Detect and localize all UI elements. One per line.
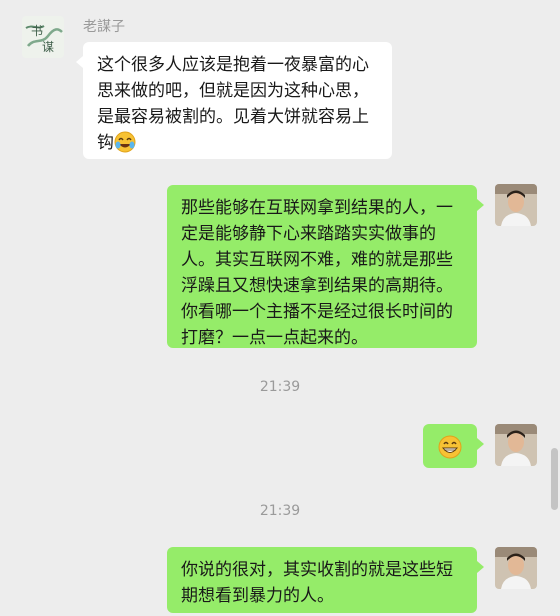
outgoing-message-text: 那些能够在互联网拿到结果的人，一定是能够静下心来踏踏实实做事的人。其实互联网不难… xyxy=(181,198,453,348)
svg-text:谋: 谋 xyxy=(42,40,54,54)
sender-name: 老謀子 xyxy=(83,19,125,35)
svg-text:书: 书 xyxy=(31,24,43,38)
incoming-message-bubble[interactable]: 这个很多人应该是抱着一夜暴富的心思来做的吧，但就是因为这种心思，是最容易被割的。… xyxy=(76,42,392,161)
crying-laughing-emoji-icon xyxy=(114,131,136,161)
my-avatar[interactable] xyxy=(495,547,537,589)
incoming-message-text: 这个很多人应该是抱着一夜暴富的心思来做的吧，但就是因为这种心思，是最容易被割的。… xyxy=(97,55,369,153)
scrollbar-thumb[interactable] xyxy=(551,448,558,510)
message-timestamp: 21:39 xyxy=(259,503,301,519)
outgoing-emoji-bubble[interactable] xyxy=(423,424,484,468)
grinning-emoji-icon xyxy=(438,435,462,467)
message-timestamp: 21:39 xyxy=(259,379,301,395)
outgoing-message-bubble[interactable]: 那些能够在互联网拿到结果的人，一定是能够静下心来踏踏实实做事的人。其实互联网不难… xyxy=(167,185,484,348)
my-avatar[interactable] xyxy=(495,184,537,226)
sender-avatar[interactable]: 书 谋 xyxy=(22,16,64,58)
outgoing-message-bubble[interactable]: 你说的很对，其实收割的就是这些短期想看到暴力的人。 xyxy=(167,547,484,613)
outgoing-message-text: 你说的很对，其实收割的就是这些短期想看到暴力的人。 xyxy=(181,560,453,606)
my-avatar[interactable] xyxy=(495,424,537,466)
